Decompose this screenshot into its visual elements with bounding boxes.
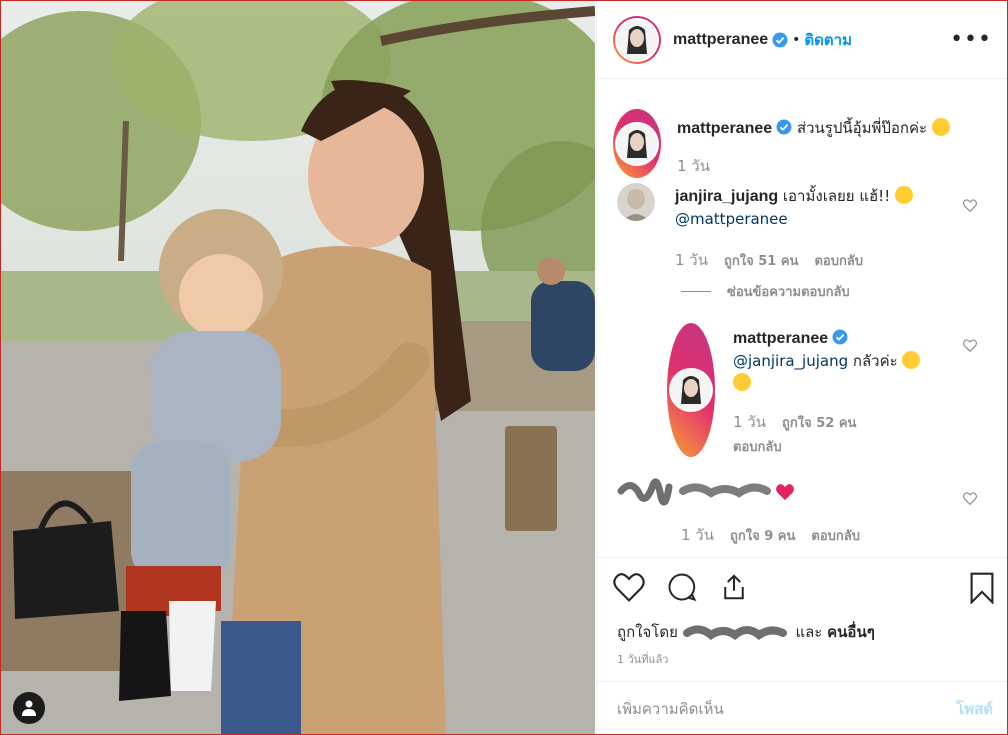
comment-row: janjira_jujang เอามั้งเลยย แฮ้!! @mattpe… <box>617 183 965 272</box>
reply-avatar[interactable] <box>667 323 715 457</box>
comment-body: เอามั้งเลยย แฮ้!! <box>782 187 891 205</box>
caption-body: ส่วนรูปนี้อุ้มพี่ป๊อกค่ะ <box>796 119 928 137</box>
caption-avatar[interactable] <box>613 109 661 178</box>
reply-text: mattperanee @janjira_jujang กลัวค่ะ <box>733 327 933 394</box>
post-sidebar: mattperanee • ติดตาม ••• mattperanee ส่ว… <box>596 1 1007 734</box>
red-heart-emoji-icon <box>776 484 794 501</box>
redacted-username-scribble <box>682 625 787 640</box>
reply-button[interactable]: ตอบกลับ <box>733 436 933 457</box>
heart-icon[interactable] <box>613 572 645 606</box>
avatar-picture <box>617 123 657 164</box>
bookmark-icon[interactable] <box>969 572 995 608</box>
reply-likes[interactable]: ถูกใจ 52 คน <box>782 412 856 433</box>
more-options-icon[interactable]: ••• <box>950 28 992 51</box>
reply-body: กลัวค่ะ <box>852 352 898 370</box>
comment-meta: 1 วัน ถูกใจ 9 คน ตอบกลับ <box>681 523 860 547</box>
reply-button[interactable]: ตอบกลับ <box>814 250 863 271</box>
comment-input[interactable] <box>617 700 957 718</box>
grinning-emoji-icon <box>931 118 950 136</box>
comment-likes[interactable]: ถูกใจ 51 คน <box>724 250 798 271</box>
caption-username[interactable]: mattperanee <box>677 120 772 137</box>
liked-by-summary: ถูกใจโดย และ คนอื่นๆ <box>617 620 875 644</box>
verified-badge-icon <box>772 32 788 47</box>
instagram-post-window: mattperanee • ติดตาม ••• mattperanee ส่ว… <box>0 0 1008 735</box>
comment-row <box>617 477 795 519</box>
follow-button[interactable]: ติดตาม <box>804 28 852 52</box>
caption-row: mattperanee ส่วนรูปนี้อุ้มพี่ป๊อกค่ะ 1 ว… <box>613 109 950 178</box>
comment-time[interactable]: 1 วัน <box>675 248 708 272</box>
comment-heart-icon[interactable] <box>963 492 977 505</box>
liked-by-others-link[interactable]: คนอื่นๆ <box>827 623 875 641</box>
author-avatar[interactable] <box>613 15 661 64</box>
comment-text: janjira_jujang เอามั้งเลยย แฮ้!! @mattpe… <box>675 185 965 230</box>
verified-badge-icon <box>776 119 792 135</box>
share-icon[interactable] <box>719 572 749 606</box>
verified-badge-icon <box>832 329 848 345</box>
comments-list: mattperanee ส่วนรูปนี้อุ้มพี่ป๊อกค่ะ 1 ว… <box>597 79 1007 557</box>
comment-time[interactable]: 1 วัน <box>681 523 714 547</box>
post-comment-button[interactable]: โพสต์ <box>956 697 993 721</box>
mention-link[interactable]: @janjira_jujang <box>733 352 848 370</box>
comment-username[interactable]: janjira_jujang <box>675 188 778 205</box>
author-username[interactable]: mattperanee <box>673 31 768 49</box>
reply-time[interactable]: 1 วัน <box>733 410 766 434</box>
hide-replies-toggle[interactable]: ซ่อนข้อความตอบกลับ <box>681 281 850 302</box>
avatar-picture <box>617 19 657 60</box>
hide-replies-label: ซ่อนข้อความตอบกลับ <box>727 285 850 300</box>
separator-dot: • <box>792 31 801 48</box>
liked-by-label: ถูกใจโดย <box>617 623 678 641</box>
add-comment-bar: โพสต์ <box>597 681 1007 734</box>
action-bar: ถูกใจโดย และ คนอื่นๆ 1 วันที่แล้ว <box>597 557 1007 666</box>
liked-by-and: และ <box>795 623 823 641</box>
post-photo[interactable] <box>1 1 595 734</box>
user-silhouette-icon <box>22 700 36 716</box>
photo-illustration <box>1 1 595 734</box>
reply-row: mattperanee @janjira_jujang กลัวค่ะ 1 วั… <box>667 323 933 457</box>
post-header: mattperanee • ติดตาม ••• <box>597 1 1007 79</box>
laughing-emoji-icon <box>902 351 921 369</box>
caption-text: mattperanee ส่วนรูปนี้อุ้มพี่ป๊อกค่ะ <box>677 117 950 140</box>
post-timestamp[interactable]: 1 วันที่แล้ว <box>617 650 668 668</box>
tongue-emoji-icon <box>733 373 751 391</box>
mention-link[interactable]: @mattperanee <box>675 210 788 228</box>
commenter-avatar[interactable] <box>617 183 655 221</box>
reply-username[interactable]: mattperanee <box>733 330 828 347</box>
replies-divider <box>681 291 711 292</box>
reply-button[interactable]: ตอบกลับ <box>811 525 860 546</box>
comment-icon[interactable] <box>667 572 697 606</box>
caption-time[interactable]: 1 วัน <box>677 154 710 178</box>
grinning-emoji-icon <box>895 186 913 204</box>
avatar-picture <box>671 370 711 410</box>
comment-likes[interactable]: ถูกใจ 9 คน <box>730 525 795 546</box>
comment-heart-icon[interactable] <box>963 199 977 212</box>
reply-heart-icon[interactable] <box>963 339 977 352</box>
tag-user-icon[interactable] <box>13 692 45 724</box>
redacted-commenter-scribble <box>617 478 771 506</box>
